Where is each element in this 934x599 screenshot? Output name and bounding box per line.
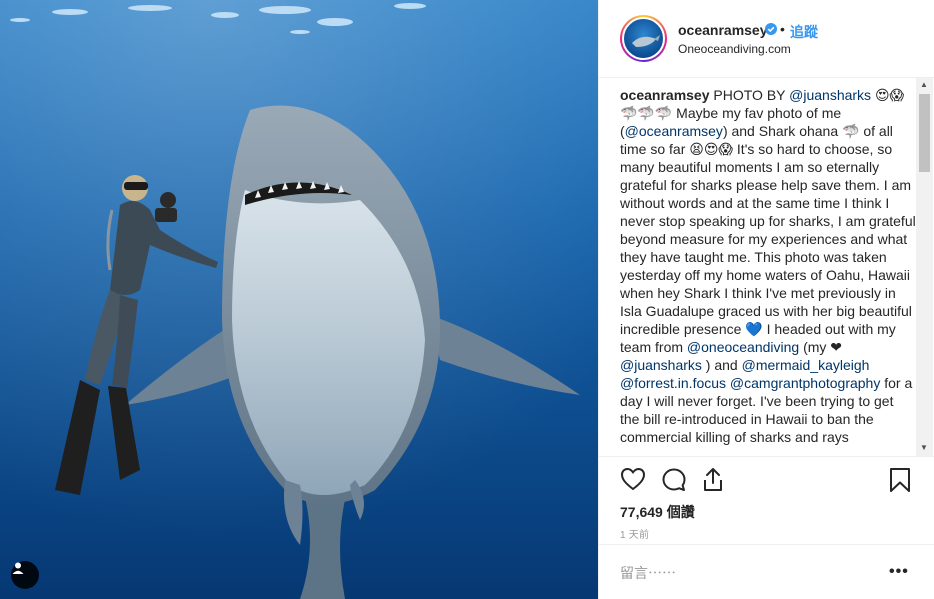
shark-diver-photo	[0, 0, 598, 599]
action-divider	[599, 456, 934, 457]
post-location[interactable]: Oneoceandiving.com	[678, 42, 791, 56]
likes-number: 77,649	[620, 504, 663, 520]
bookmark-icon[interactable]	[889, 467, 911, 493]
caption-mention-link[interactable]: @oneoceandiving	[687, 339, 799, 355]
post-username[interactable]: oceanramsey	[678, 22, 768, 38]
post-caption: oceanramsey PHOTO BY @juansharks 😍😱 🦈🦈🦈 …	[620, 86, 916, 446]
share-icon[interactable]	[701, 467, 725, 493]
caption-mention-link[interactable]: @mermaid_kayleigh	[742, 357, 870, 373]
caption-mention-link[interactable]: @forrest.in.focus	[620, 375, 726, 391]
avatar-image	[622, 17, 665, 60]
caption-mention-link[interactable]: @juansharks	[789, 87, 871, 103]
post-header: oceanramsey • 追蹤 Oneoceandiving.com	[599, 0, 934, 78]
caption-mention-link[interactable]: @juansharks	[620, 357, 702, 373]
avatar[interactable]	[620, 15, 667, 62]
scroll-thumb[interactable]	[919, 94, 930, 172]
caption-mention-link[interactable]: @camgrantphotography	[730, 375, 880, 391]
caption-username[interactable]: oceanramsey	[620, 87, 710, 103]
follow-button[interactable]: 追蹤	[790, 22, 818, 42]
caption-container[interactable]: oceanramsey PHOTO BY @juansharks 😍😱 🦈🦈🦈 …	[620, 86, 916, 455]
likes-unit: 個讚	[666, 504, 695, 520]
verified-badge-icon	[765, 23, 777, 35]
post-photo[interactable]	[0, 0, 598, 599]
scroll-down-arrow[interactable]: ▼	[920, 443, 928, 452]
header-separator: •	[780, 21, 785, 37]
post-timestamp[interactable]: 1 天前	[620, 526, 649, 541]
likes-count[interactable]: 77,649 個讚	[620, 502, 695, 522]
caption-text: (my ❤	[799, 339, 843, 355]
user-tag-icon	[12, 562, 24, 574]
caption-mention-link[interactable]: @oceanramsey	[625, 123, 723, 139]
comment-bar: •••	[599, 544, 934, 599]
caption-text: ) and	[701, 357, 742, 373]
caption-scrollbar[interactable]: ▲ ▼	[916, 78, 933, 456]
caption-text: PHOTO BY	[709, 87, 790, 103]
post-side-panel: oceanramsey • 追蹤 Oneoceandiving.com ocea…	[598, 0, 934, 599]
user-tag-button[interactable]	[11, 561, 39, 589]
more-options-button[interactable]: •••	[889, 563, 909, 581]
heart-icon[interactable]	[620, 467, 646, 491]
comment-input[interactable]	[620, 565, 880, 581]
scroll-up-arrow[interactable]: ▲	[920, 80, 928, 89]
comment-icon[interactable]	[661, 467, 687, 493]
caption-text: ) and Shark ohana 🦈 of all time so far 😫…	[620, 123, 916, 355]
instagram-post: oceanramsey • 追蹤 Oneoceandiving.com ocea…	[0, 0, 934, 599]
